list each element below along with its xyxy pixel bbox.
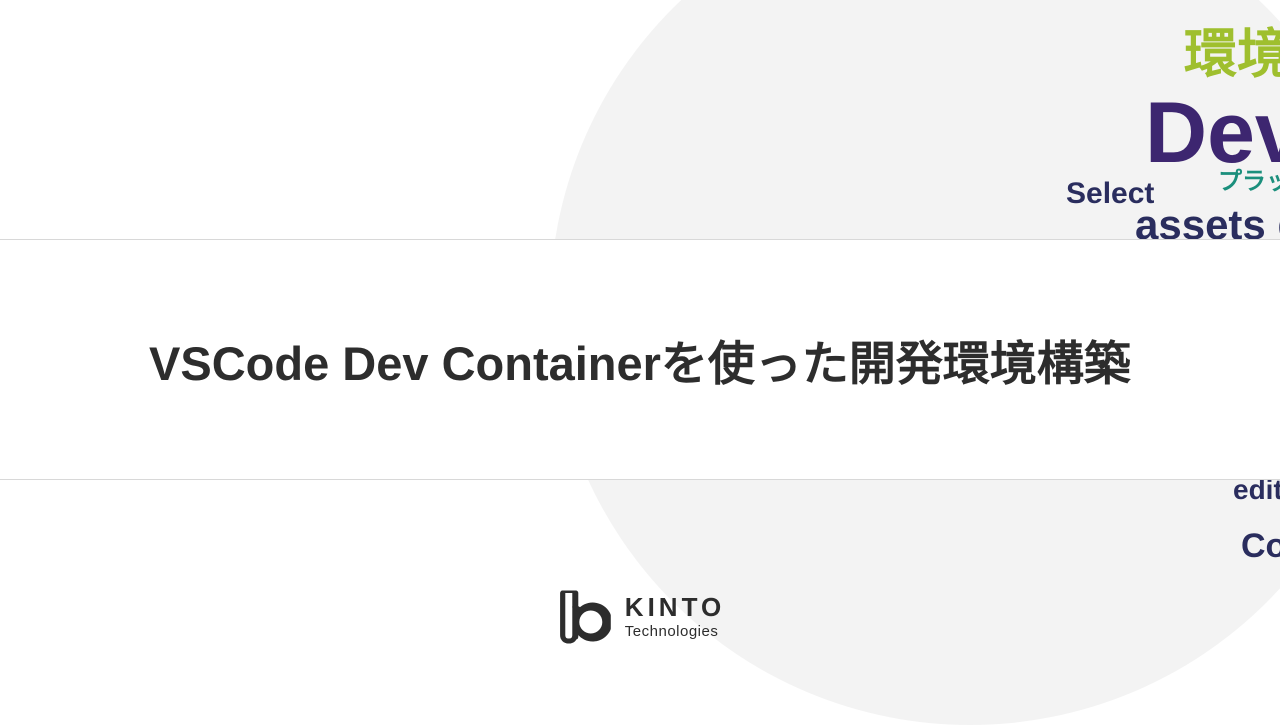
logo-subtitle: Technologies	[625, 624, 725, 640]
cloud-word: editor	[1233, 476, 1280, 504]
logo-mark-icon	[555, 589, 611, 645]
cloud-word: Code	[1241, 529, 1280, 563]
logo-name: KINTO	[625, 594, 725, 621]
main-title: VSCode Dev Containerを使った開発環境構築	[149, 325, 1131, 394]
cloud-word: Dev Container	[1145, 90, 1280, 176]
cloud-word: プラットフォーム	[1218, 170, 1280, 194]
logo-text: KINTO Technologies	[625, 594, 725, 639]
logo: KINTO Technologies	[555, 589, 725, 645]
title-band: VSCode Dev Containerを使った開発環境構築	[0, 239, 1280, 480]
cloud-word: 環境	[1184, 28, 1280, 81]
